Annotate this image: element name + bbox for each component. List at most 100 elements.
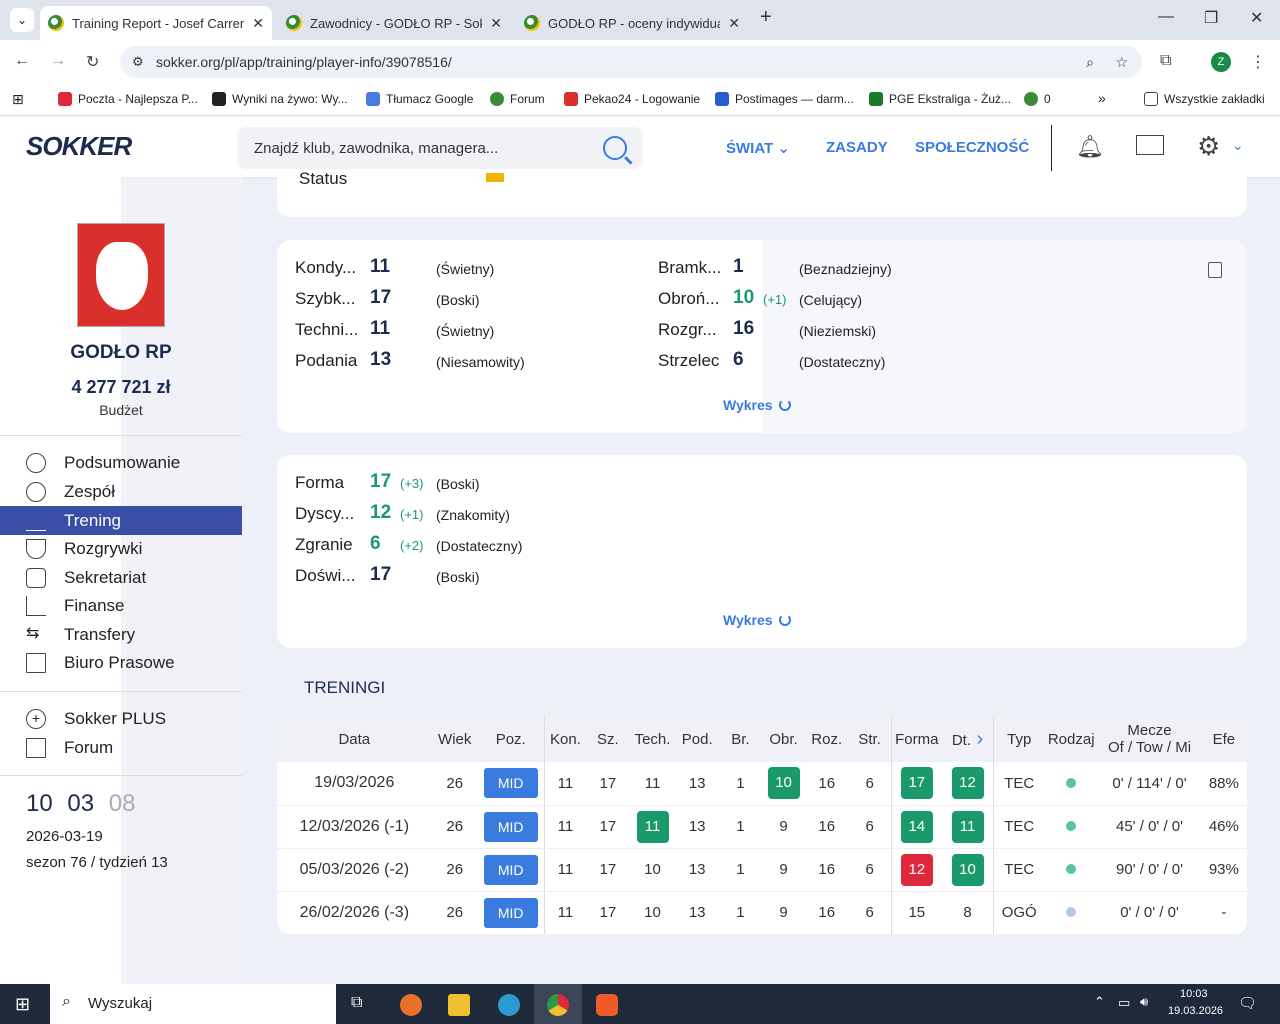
menu-finanse[interactable]: Finanse bbox=[0, 591, 242, 620]
sokker-logo[interactable]: SOKKER bbox=[26, 131, 132, 162]
restore-icon[interactable]: ❐ bbox=[1204, 8, 1218, 28]
bookmark-item[interactable]: Pekao24 - Logowanie bbox=[564, 92, 700, 106]
column-header[interactable]: Mecze Of / Tow / Mi bbox=[1098, 716, 1201, 762]
forward-arrow-icon[interactable]: → bbox=[50, 52, 66, 70]
zoom-icon[interactable]: ⌕ bbox=[1086, 54, 1094, 71]
bookmark-item[interactable]: Postimages — darm... bbox=[715, 92, 854, 106]
more-bookmarks-icon[interactable]: » bbox=[1098, 90, 1106, 106]
notifications-icon[interactable]: 🗨︎ bbox=[1238, 994, 1257, 1012]
chevron-down-icon[interactable]: ⌄ bbox=[1232, 137, 1244, 154]
column-header[interactable]: Wiek bbox=[431, 716, 478, 762]
chevron-right-icon[interactable]: › bbox=[971, 728, 984, 750]
nav-swiat[interactable]: ŚWIAT ⌄ bbox=[726, 139, 790, 157]
column-header[interactable]: Sz. bbox=[586, 716, 630, 762]
column-header[interactable]: Kon. bbox=[543, 716, 587, 762]
nav-zasady[interactable]: ZASADY bbox=[826, 139, 888, 156]
club-name[interactable]: GODŁO RP bbox=[0, 342, 242, 364]
taskbar-search-label: Wyszukaj bbox=[88, 995, 153, 1012]
menu-rozgrywki[interactable]: Rozgrywki bbox=[0, 534, 242, 563]
menu-dots-icon[interactable]: ⋮ bbox=[1250, 52, 1266, 72]
profile-avatar[interactable]: Z bbox=[1211, 52, 1231, 72]
column-header[interactable]: Rodzaj bbox=[1044, 716, 1099, 762]
bookmark-item[interactable]: Poczta - Najlepsza P... bbox=[58, 92, 198, 106]
column-header[interactable]: Typ bbox=[993, 716, 1045, 762]
bookmark-item[interactable]: 0 bbox=[1024, 92, 1051, 106]
star-icon[interactable]: ☆ bbox=[1115, 54, 1128, 71]
gear-icon[interactable]: ⚙ bbox=[1197, 131, 1220, 162]
tray-chevron-icon[interactable]: ⌃ bbox=[1094, 994, 1105, 1010]
close-icon[interactable]: ✕ bbox=[252, 15, 264, 32]
column-header[interactable]: Obr. bbox=[761, 716, 806, 762]
column-header[interactable]: Poz. bbox=[477, 716, 545, 762]
table-row[interactable]: 05/03/2026 (-2) 26 MID 11 17 10 13 1 9 16 6 12 10 TEC… bbox=[277, 848, 1247, 892]
tab-oceny[interactable]: GODŁO RP - oceny indywidualne ✕ bbox=[516, 6, 748, 40]
menu-label: Trening bbox=[64, 510, 122, 530]
bell-icon[interactable]: 🔔︎ bbox=[1076, 134, 1104, 160]
menu-biuro-prasowe[interactable]: Biuro Prasowe bbox=[0, 648, 242, 677]
all-bookmarks[interactable]: Wszystkie zakładki bbox=[1144, 92, 1265, 106]
tab-search-button[interactable]: ⌄ bbox=[10, 8, 34, 32]
wp-icon bbox=[58, 92, 72, 106]
new-tab-plus-icon[interactable]: + bbox=[760, 6, 772, 29]
meet-icon[interactable]: ▭ bbox=[1118, 995, 1130, 1011]
task-view-icon[interactable]: ⧉ bbox=[351, 994, 362, 1012]
tab-training-report[interactable]: Training Report - Josef Carren - ✕ bbox=[40, 6, 272, 40]
column-header[interactable]: Data bbox=[277, 716, 432, 762]
brave-icon[interactable] bbox=[596, 994, 618, 1016]
column-header[interactable]: Str. bbox=[848, 716, 892, 762]
cell-efe: - bbox=[1200, 891, 1247, 935]
bookmark-item[interactable]: Wyniki na żywo: Wy... bbox=[212, 92, 348, 106]
nav-spolecznosc[interactable]: SPOŁECZNOŚĆ bbox=[915, 139, 1029, 156]
clock-time[interactable]: 10:03 bbox=[1180, 988, 1208, 1000]
apps-grid-icon[interactable]: ⊞ bbox=[12, 91, 24, 108]
firefox-icon[interactable] bbox=[400, 994, 422, 1016]
column-header[interactable]: Br. bbox=[718, 716, 762, 762]
file-explorer-icon[interactable] bbox=[448, 994, 470, 1016]
menu-forum[interactable]: Forum bbox=[0, 733, 242, 762]
taskbar-search[interactable]: ⌕ Wyszukaj bbox=[50, 984, 336, 1024]
close-icon[interactable]: ✕ bbox=[490, 15, 502, 32]
cell-kon: 11 bbox=[543, 805, 587, 849]
table-row[interactable]: 12/03/2026 (-1) 26 MID 11 17 11 13 1 9 16 6 14 11 TEC… bbox=[277, 805, 1247, 849]
close-icon[interactable]: ✕ bbox=[728, 15, 740, 32]
edge-icon[interactable] bbox=[498, 994, 520, 1016]
minimize-icon[interactable]: — bbox=[1158, 8, 1174, 26]
column-header[interactable]: Tech. bbox=[629, 716, 676, 762]
reload-icon[interactable]: ↻ bbox=[86, 52, 99, 72]
back-arrow-icon[interactable]: ← bbox=[14, 52, 30, 70]
cell-date: 26/02/2026 (-3) bbox=[277, 891, 432, 935]
bookmark-item[interactable]: Forum bbox=[490, 92, 545, 106]
url-field[interactable]: ⚙ sokker.org/pl/app/training/player-info… bbox=[120, 46, 1142, 78]
copy-icon[interactable] bbox=[1208, 262, 1222, 278]
extensions-icon[interactable]: ⧉ bbox=[1160, 52, 1171, 70]
menu-zespol[interactable]: Zespół bbox=[0, 477, 242, 506]
cell-str: 6 bbox=[848, 891, 892, 935]
tab-zawodnicy[interactable]: Zawodnicy - GODŁO RP - Sokker ✕ bbox=[278, 6, 510, 40]
search-icon[interactable] bbox=[603, 136, 627, 160]
menu-trening[interactable]: Trening bbox=[0, 506, 242, 535]
column-header[interactable]: Efe bbox=[1200, 716, 1247, 762]
menu-sokker-plus[interactable]: + Sokker PLUS bbox=[0, 704, 242, 733]
column-header[interactable]: Pod. bbox=[675, 716, 719, 762]
club-crest[interactable] bbox=[77, 223, 165, 327]
site-search-input[interactable]: Znajdź klub, zawodnika, managera... bbox=[237, 127, 643, 169]
column-header[interactable]: Roz. bbox=[805, 716, 849, 762]
site-info-icon[interactable]: ⚙ bbox=[132, 54, 144, 70]
clock-date[interactable]: 19.03.2026 bbox=[1168, 1005, 1223, 1017]
volume-icon[interactable]: 🔊︎ bbox=[1140, 994, 1148, 1010]
windows-start-icon[interactable]: ⊞ bbox=[15, 994, 30, 1015]
menu-sekretariat[interactable]: Sekretariat bbox=[0, 563, 242, 592]
mail-icon[interactable] bbox=[1136, 135, 1164, 155]
bookmark-item[interactable]: Tłumacz Google bbox=[366, 92, 473, 106]
menu-transfery[interactable]: ⇆ Transfery bbox=[0, 620, 242, 649]
bookmark-item[interactable]: PGE Ekstraliga - Żuż... bbox=[869, 92, 1011, 106]
table-row[interactable]: 19/03/2026 26 MID 11 17 11 13 1 10 16 6 17 12 TEC 0' /… bbox=[277, 762, 1247, 806]
column-header[interactable]: Forma bbox=[890, 716, 942, 762]
column-header[interactable]: Dt. › bbox=[941, 716, 994, 762]
window-close-icon[interactable]: ✕ bbox=[1250, 8, 1263, 28]
skills-chart-link[interactable]: Wykres bbox=[723, 397, 791, 413]
form-chart-link[interactable]: Wykres bbox=[723, 612, 791, 628]
table-row[interactable]: 26/02/2026 (-3) 26 MID 11 17 10 13 1 9 16 6 15 8 OGÓ 0… bbox=[277, 891, 1247, 935]
chrome-icon[interactable] bbox=[547, 994, 569, 1016]
menu-podsumowanie[interactable]: Podsumowanie bbox=[0, 448, 242, 477]
